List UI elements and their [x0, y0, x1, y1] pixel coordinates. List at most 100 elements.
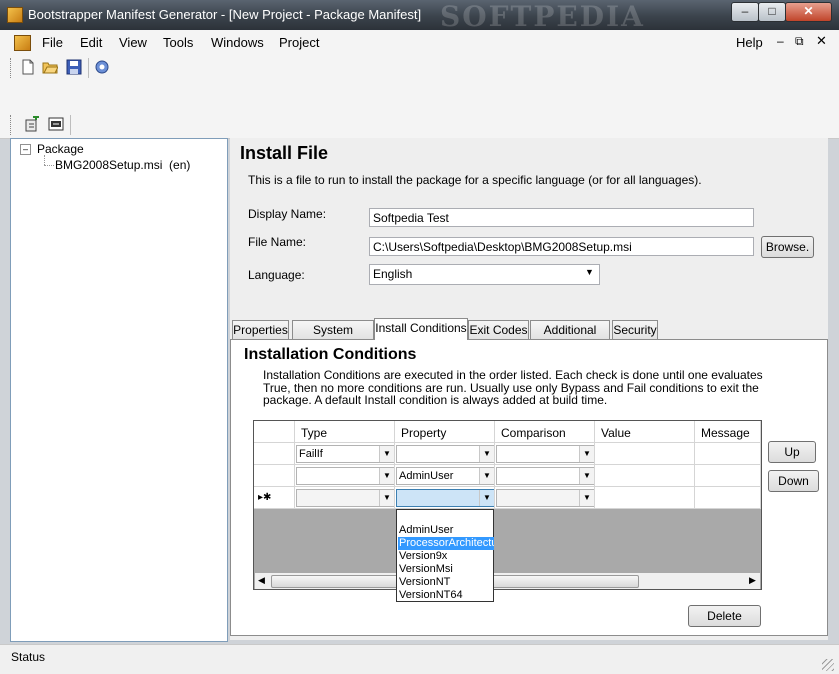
close-button[interactable]: ✕ [785, 2, 832, 22]
status-bar: Status [0, 644, 839, 674]
mdi-minimize-icon[interactable]: – [777, 34, 784, 48]
conditions-description-1: Installation Conditions are executed in … [263, 368, 763, 382]
page-title: Install File [240, 143, 329, 163]
horizontal-scrollbar[interactable]: ◀ ▶ [255, 573, 760, 589]
toolbar-separator [88, 58, 89, 78]
chevron-down-icon[interactable]: ▼ [479, 468, 494, 484]
toolbar-separator [70, 115, 71, 135]
minimize-button[interactable]: – [731, 2, 759, 22]
watermark: SOFTPEDIA [440, 0, 645, 33]
chevron-down-icon[interactable]: ▼ [579, 446, 594, 462]
value-cell[interactable] [595, 465, 695, 487]
message-cell[interactable] [695, 443, 761, 465]
row-header[interactable] [254, 443, 295, 465]
dropdown-option[interactable]: VersionNT64 [398, 589, 494, 602]
toolbar-grip[interactable] [10, 115, 14, 135]
chevron-down-icon[interactable]: ▼ [585, 267, 594, 277]
standard-toolbar [0, 54, 839, 82]
conditions-description-3: package. A default Install condition is … [263, 393, 608, 407]
menu-tools[interactable]: Tools [163, 35, 193, 50]
tree-line [44, 155, 46, 165]
tree-node-file[interactable]: BMG2008Setup.msi (en) [55, 158, 190, 172]
maximize-button[interactable]: □ [758, 2, 786, 22]
page-description: This is a file to run to install the pac… [248, 173, 702, 187]
file-name-field[interactable]: C:\Users\Softpedia\Desktop\BMG2008Setup.… [369, 237, 754, 256]
row-header[interactable] [254, 465, 295, 487]
tab-properties[interactable]: Properties [232, 320, 289, 339]
chevron-down-icon[interactable]: ▼ [379, 490, 394, 506]
add-file-icon[interactable] [24, 116, 40, 132]
chevron-down-icon[interactable]: ▼ [379, 446, 394, 462]
dropdown-option-selected[interactable]: ProcessorArchitecture [398, 537, 494, 550]
grid-cell: ▼ [495, 443, 595, 465]
tab-system-checks[interactable]: System Checks [292, 320, 374, 356]
scroll-right-icon[interactable]: ▶ [749, 575, 756, 586]
menu-bar: File Edit View Tools Windows Project Hel… [0, 30, 839, 55]
menu-view[interactable]: View [119, 35, 147, 50]
app-icon [7, 7, 23, 23]
add-package-icon[interactable] [48, 116, 64, 132]
property-value: AdminUser [399, 470, 454, 482]
display-name-field[interactable]: Softpedia Test [369, 208, 754, 227]
grid-cell: ▼ [395, 443, 495, 465]
build-icon[interactable] [94, 59, 110, 75]
new-row-marker[interactable]: ▸✱ [254, 487, 295, 509]
column-header-comparison[interactable]: Comparison [495, 421, 595, 443]
menu-project[interactable]: Project [279, 35, 319, 50]
chevron-down-icon[interactable]: ▼ [579, 490, 594, 506]
message-cell[interactable] [695, 487, 761, 509]
window-title: Bootstrapper Manifest Generator - [New P… [28, 7, 422, 22]
display-name-label: Display Name: [248, 207, 327, 221]
tree-toolbar [0, 112, 839, 139]
file-name-label: File Name: [248, 235, 307, 249]
tab-additional-files[interactable]: Additional Files [530, 320, 610, 356]
menu-help[interactable]: Help [736, 35, 763, 50]
grid-corner [254, 421, 295, 443]
browse-button[interactable]: Browse. [761, 236, 814, 258]
grid-cell: ▼ [495, 465, 595, 487]
tree-line [44, 165, 54, 167]
tab-exit-codes[interactable]: Exit Codes [468, 320, 529, 339]
up-button[interactable]: Up [768, 441, 816, 463]
value-cell[interactable] [595, 487, 695, 509]
grid-cell: ▼ [495, 487, 595, 509]
column-header-property[interactable]: Property [395, 421, 495, 443]
mdi-restore-icon[interactable]: ⧉ [795, 34, 804, 49]
conditions-heading: Installation Conditions [244, 346, 417, 363]
language-value: English [373, 267, 413, 281]
resize-grip-icon[interactable] [822, 659, 834, 671]
dropdown-option[interactable]: VersionMsi [398, 563, 494, 576]
chevron-down-icon[interactable]: ▼ [479, 490, 494, 506]
tree-node-package[interactable]: Package [37, 142, 84, 156]
column-header-type[interactable]: Type [295, 421, 395, 443]
grid-cell: AdminUser ▼ [395, 465, 495, 487]
dropdown-option[interactable]: Version9x [398, 550, 494, 563]
dropdown-option[interactable]: VersionNT [398, 576, 494, 589]
down-button[interactable]: Down [768, 470, 819, 492]
chevron-down-icon[interactable]: ▼ [579, 468, 594, 484]
grid-cell: ▼ [295, 465, 395, 487]
tab-security[interactable]: Security [612, 320, 658, 339]
collapse-icon[interactable]: – [20, 144, 31, 155]
language-select[interactable]: English [369, 264, 600, 285]
menu-windows[interactable]: Windows [211, 35, 264, 50]
language-label: Language: [248, 268, 305, 282]
menu-file[interactable]: File [42, 35, 63, 50]
toolbar-grip[interactable] [10, 58, 14, 78]
chevron-down-icon[interactable]: ▼ [379, 468, 394, 484]
column-header-message[interactable]: Message [695, 421, 761, 443]
message-cell[interactable] [695, 465, 761, 487]
menu-edit[interactable]: Edit [80, 35, 102, 50]
delete-button[interactable]: Delete [688, 605, 761, 627]
dropdown-option[interactable]: AdminUser [398, 524, 494, 537]
tab-install-conditions[interactable]: Install Conditions [374, 318, 468, 340]
value-cell[interactable] [595, 443, 695, 465]
column-header-value[interactable]: Value [595, 421, 695, 443]
scroll-left-icon[interactable]: ◀ [258, 575, 265, 586]
open-folder-icon[interactable] [42, 59, 58, 75]
new-file-icon[interactable] [20, 59, 36, 75]
conditions-grid: Type Property Comparison Value Message F… [253, 420, 762, 590]
mdi-close-icon[interactable]: ✕ [816, 33, 827, 49]
chevron-down-icon[interactable]: ▼ [479, 446, 494, 462]
save-icon[interactable] [66, 59, 82, 75]
